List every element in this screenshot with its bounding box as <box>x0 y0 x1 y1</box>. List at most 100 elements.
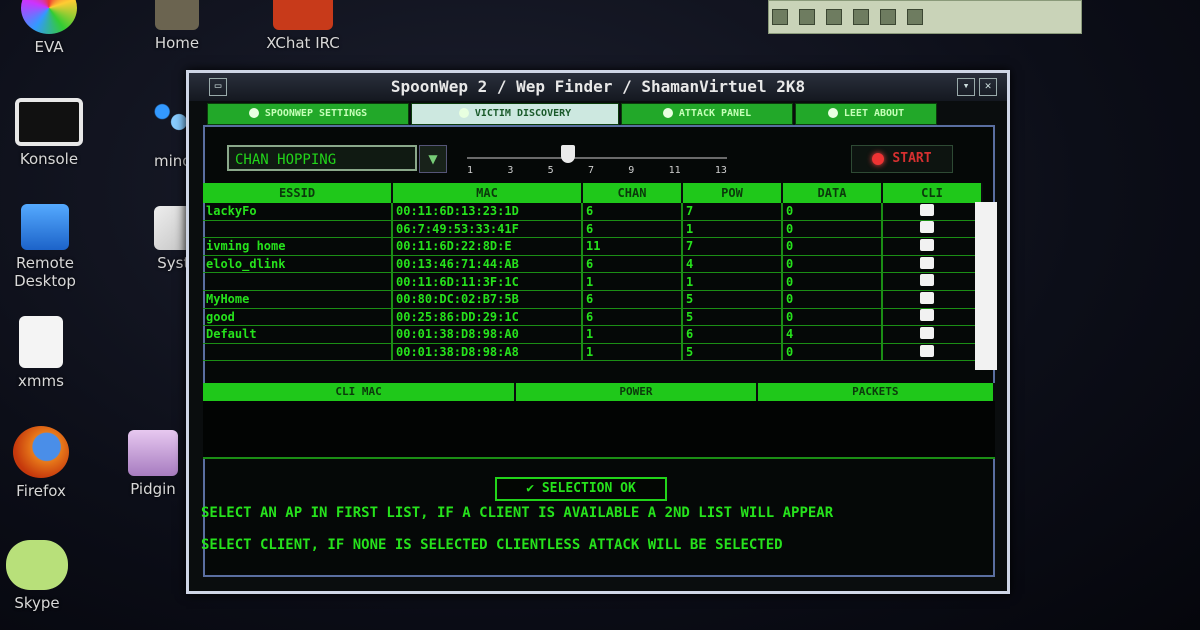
eva-icon <box>21 0 77 34</box>
table-row[interactable]: good 00:25:86:DD:29:1C 6 5 0 <box>203 308 983 327</box>
table-row[interactable]: ivming home 00:11:6D:22:8D:E 11 7 0 <box>203 237 983 256</box>
home-folder-icon <box>155 0 199 30</box>
cell-chan: 6 <box>582 203 683 221</box>
col-pow[interactable]: POW <box>682 183 783 203</box>
client-checkbox[interactable] <box>920 291 934 304</box>
cell-essid: ivming home <box>203 237 393 256</box>
col-mac[interactable]: MAC <box>392 183 583 203</box>
cell-pow: 5 <box>682 290 783 309</box>
col-data[interactable]: DATA <box>782 183 883 203</box>
client-checkbox[interactable] <box>920 256 934 269</box>
cell-mac: 00:01:38:D8:98:A8 <box>392 343 583 362</box>
window-menu-icon[interactable]: ▭ <box>209 78 227 96</box>
client-checkbox[interactable] <box>920 274 934 287</box>
applet-slot[interactable] <box>772 9 788 25</box>
victim-discovery-panel: CHAN HOPPING ▼ 1 3 5 7 9 11 13 START ESS… <box>201 125 997 577</box>
desktop-icon-eva[interactable]: EVA <box>0 0 104 56</box>
cell-cli[interactable] <box>882 308 983 327</box>
cell-mac: 00:11:6D:22:8D:E <box>392 237 583 256</box>
client-checkbox[interactable] <box>920 238 934 251</box>
cell-data: 0 <box>782 272 883 291</box>
table-row[interactable]: elolo_dlink 00:13:46:71:44:AB 6 4 0 <box>203 255 983 274</box>
ap-table-header: ESSID MAC CHAN POW DATA CLI <box>203 183 983 203</box>
tab-bar: SPOONWEP SETTINGS VICTIM DISCOVERY ATTAC… <box>207 103 967 125</box>
table-row[interactable]: 00:11:6D:11:3F:1C 1 1 0 <box>203 272 983 291</box>
minimize-icon[interactable]: ▾ <box>957 78 975 96</box>
chevron-down-icon[interactable]: ▼ <box>419 145 447 173</box>
desktop-icon-remote-desktop[interactable]: Remote Desktop <box>0 204 100 290</box>
cell-mac: 00:11:6D:11:3F:1C <box>392 272 583 291</box>
start-button[interactable]: START <box>851 145 953 173</box>
col-essid[interactable]: ESSID <box>203 183 393 203</box>
cell-data: 0 <box>782 343 883 362</box>
cell-pow: 4 <box>682 255 783 274</box>
top-panel-applet[interactable] <box>768 0 1082 34</box>
channel-mode-select[interactable]: CHAN HOPPING <box>227 145 417 171</box>
client-checkbox[interactable] <box>920 203 934 216</box>
cell-cli[interactable] <box>882 220 983 239</box>
spoonwep-window[interactable]: ▭ SpoonWep 2 / Wep Finder / ShamanVirtue… <box>186 70 1010 594</box>
slider-handle[interactable] <box>561 145 575 163</box>
cell-data: 0 <box>782 308 883 327</box>
cell-cli[interactable] <box>882 203 983 221</box>
checkmark-icon: ✔ <box>526 481 542 496</box>
slider-ticks: 1 3 5 7 9 11 13 <box>467 165 727 176</box>
applet-slot[interactable] <box>826 9 843 25</box>
tab-victim-discovery[interactable]: VICTIM DISCOVERY <box>411 103 619 125</box>
record-icon <box>872 152 885 165</box>
instruction-text-1: SELECT AN AP IN FIRST LIST, IF A CLIENT … <box>201 505 834 521</box>
desktop-icon-xmms[interactable]: xmms <box>0 316 96 390</box>
cell-pow: 7 <box>682 203 783 221</box>
cell-cli[interactable] <box>882 343 983 362</box>
applet-slot[interactable] <box>880 9 897 25</box>
cell-cli[interactable] <box>882 237 983 256</box>
window-titlebar[interactable]: ▭ SpoonWep 2 / Wep Finder / ShamanVirtue… <box>189 73 1007 101</box>
cell-chan: 6 <box>582 255 683 274</box>
col-cli-mac[interactable]: CLI MAC <box>203 383 517 401</box>
cell-chan: 6 <box>582 308 683 327</box>
cell-cli[interactable] <box>882 272 983 291</box>
table-row[interactable]: 00:01:38:D8:98:A8 1 5 0 <box>203 343 983 362</box>
tab-spoonwep-settings[interactable]: SPOONWEP SETTINGS <box>207 103 409 125</box>
discovery-tab-icon <box>458 108 469 118</box>
cell-mac: 00:13:46:71:44:AB <box>392 255 583 274</box>
table-row[interactable]: 06:7:49:53:33:41F 6 1 0 <box>203 220 983 239</box>
tab-attack-panel[interactable]: ATTACK PANEL <box>621 103 793 125</box>
cell-data: 4 <box>782 325 883 344</box>
client-checkbox[interactable] <box>920 326 934 339</box>
xmms-icon <box>19 316 63 368</box>
applet-slot[interactable] <box>853 9 870 25</box>
cell-cli[interactable] <box>882 255 983 274</box>
cell-cli[interactable] <box>882 290 983 309</box>
table-row[interactable]: lackyFo 00:11:6D:13:23:1D 6 7 0 <box>203 203 983 221</box>
client-checkbox[interactable] <box>920 221 934 234</box>
applet-slot[interactable] <box>907 9 924 25</box>
col-power[interactable]: POWER <box>516 383 758 401</box>
col-packets[interactable]: PACKETS <box>757 383 995 401</box>
client-table-header: CLI MAC POWER PACKETS <box>203 383 995 401</box>
cell-data: 0 <box>782 203 883 221</box>
cell-essid: MyHome <box>203 290 393 309</box>
desktop-icon-home[interactable]: Home <box>122 0 232 52</box>
cell-essid: Default <box>203 325 393 344</box>
cell-data: 0 <box>782 220 883 239</box>
cell-essid: lackyFo <box>203 203 393 221</box>
desktop-icon-xchat[interactable]: XChat IRC <box>248 0 358 52</box>
desktop-icon-konsole[interactable]: Konsole <box>0 98 104 168</box>
cell-cli[interactable] <box>882 325 983 344</box>
client-table-body[interactable] <box>203 401 995 459</box>
table-row[interactable]: MyHome 00:80:DC:02:B7:5B 6 5 0 <box>203 290 983 309</box>
desktop-icon-skype[interactable]: Skype <box>0 540 92 612</box>
client-checkbox[interactable] <box>920 309 934 322</box>
close-icon[interactable]: ✕ <box>979 78 997 96</box>
desktop-icon-firefox[interactable]: Firefox <box>0 426 96 500</box>
tab-leet-about[interactable]: LEET ABOUT <box>795 103 937 125</box>
applet-slot[interactable] <box>799 9 816 25</box>
ap-table-scrollbar[interactable] <box>975 202 997 370</box>
col-cli[interactable]: CLI <box>882 183 983 203</box>
client-checkbox[interactable] <box>920 344 934 357</box>
table-row[interactable]: Default 00:01:38:D8:98:A0 1 6 4 <box>203 325 983 344</box>
col-chan[interactable]: CHAN <box>582 183 683 203</box>
cell-chan: 1 <box>582 325 683 344</box>
selection-ok-button[interactable]: ✔ SELECTION OK <box>495 477 667 501</box>
